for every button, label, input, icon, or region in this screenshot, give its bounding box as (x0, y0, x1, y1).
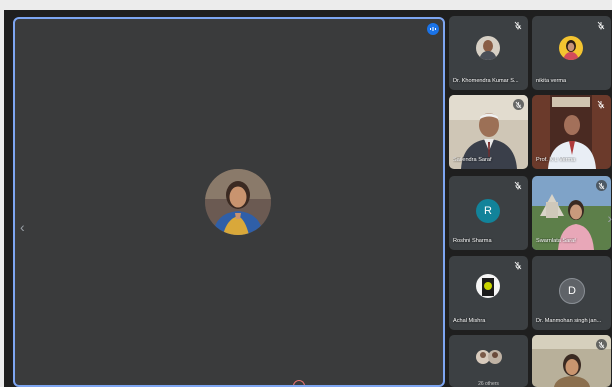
participant-avatar (476, 274, 500, 298)
participant-name: nikita verma (536, 78, 567, 84)
participant-name: Prof. K L Verma (536, 157, 576, 163)
mic-off-icon (596, 180, 607, 191)
mic-off-icon (513, 99, 524, 110)
main-speaker-tile[interactable]: ‹ (13, 17, 445, 387)
others-avatars (476, 350, 502, 364)
participant-name: Dr. Manmohan singh jan... (536, 318, 602, 324)
participant-tile[interactable]: Dr. Khomendra Kumar S... (449, 16, 528, 90)
speaking-indicator-icon (427, 23, 439, 35)
participant-name: Swarnlata Saraf (536, 238, 576, 244)
participant-tile[interactable]: R Roshni Sharma (449, 176, 528, 250)
participant-letter-avatar: D (559, 278, 585, 304)
mic-off-icon (514, 21, 522, 30)
participant-tile[interactable]: nikita verma (532, 16, 611, 90)
participant-avatar (476, 36, 500, 60)
participant-name: Roshni Sharma (453, 238, 492, 244)
mic-off-icon (596, 339, 607, 350)
main-speaker-avatar (205, 169, 271, 235)
participant-avatar (559, 36, 583, 60)
participant-tile[interactable]: D Dr. Manmohan singh jan... (532, 256, 611, 330)
hand-raise-indicator-icon (293, 380, 305, 385)
others-count: 26 others (478, 381, 499, 387)
meeting-stage: ‹ Dr. Khomendra Kumar S... nikita verma … (4, 10, 612, 387)
mic-off-icon (597, 21, 605, 30)
others-tile[interactable]: 26 others (449, 335, 528, 387)
participant-tile[interactable]: Sailendra Saraf (449, 95, 528, 169)
participant-tile[interactable]: Achal Mishra (449, 256, 528, 330)
participant-tile[interactable] (532, 335, 611, 387)
mic-off-icon (514, 261, 522, 270)
participant-tile[interactable]: Swarnlata Saraf (532, 176, 611, 250)
participant-name: Sailendra Saraf (453, 157, 492, 163)
mic-off-icon (597, 100, 605, 109)
participant-tile[interactable]: Prof. K L Verma (532, 95, 611, 169)
participant-name: Achal Mishra (453, 318, 486, 324)
participant-name: Dr. Khomendra Kumar S... (453, 78, 519, 84)
scroll-right-icon[interactable]: › (607, 210, 612, 226)
participant-letter-avatar: R (476, 199, 500, 223)
scroll-left-icon[interactable]: ‹ (20, 219, 25, 235)
mic-off-icon (514, 181, 522, 190)
